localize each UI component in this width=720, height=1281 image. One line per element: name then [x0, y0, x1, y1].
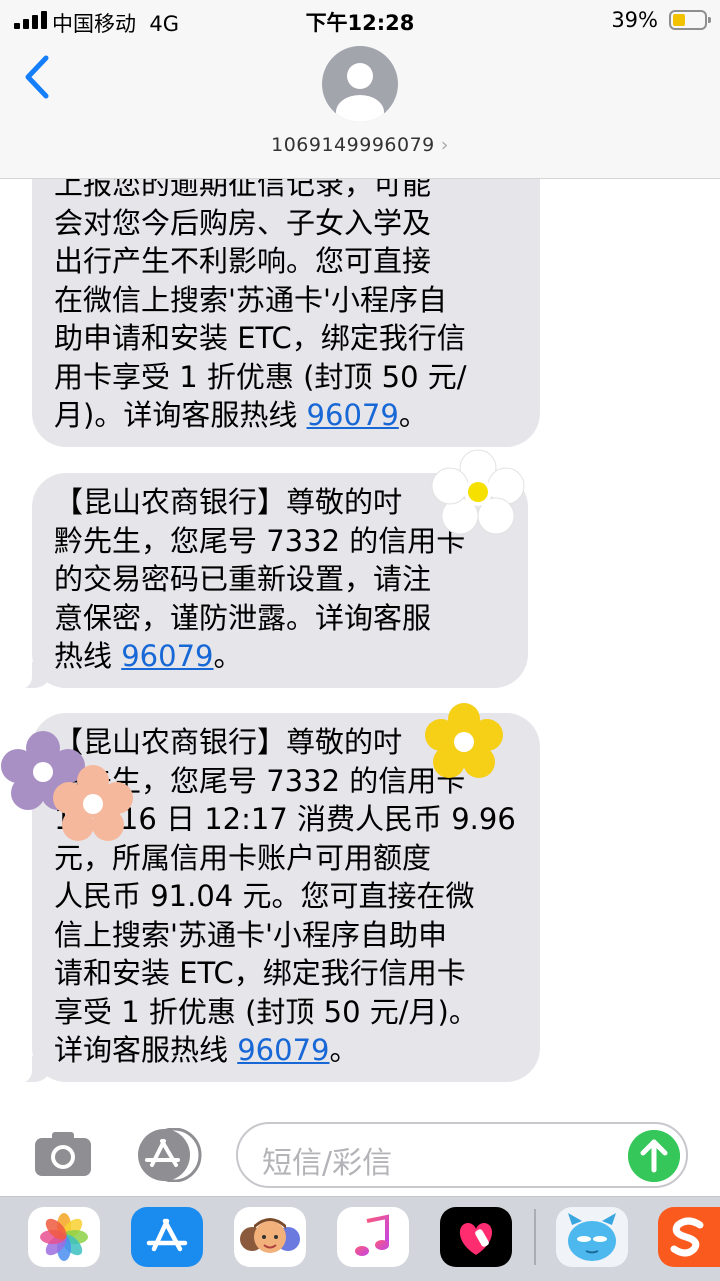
battery-percent: 39%	[611, 8, 658, 32]
sogou-app-icon[interactable]	[658, 1207, 720, 1267]
peach-flower-sticker	[53, 765, 133, 841]
message-suffix: 。	[398, 398, 428, 432]
memoji-app-icon[interactable]	[234, 1207, 306, 1267]
phone-link[interactable]: 96079	[307, 398, 399, 432]
message-input[interactable]: 短信/彩信	[236, 1122, 688, 1188]
contact-number: 1069149996079	[271, 134, 435, 156]
conversation-header: 中国移动 4G 下午12:28 39% 1069149996079 ›	[0, 0, 720, 179]
app-drawer	[0, 1196, 720, 1281]
drawer-divider	[534, 1209, 536, 1265]
message-text: 【昆山农商银行】尊敬的吋 黔先生，您尾号 7332 的信用卡 的交易密码已重新设…	[54, 485, 466, 673]
app-store-app-icon[interactable]	[131, 1207, 203, 1267]
sticker-app-icon[interactable]	[556, 1207, 628, 1267]
white-flower-sticker	[431, 449, 525, 535]
music-app-icon[interactable]	[337, 1207, 409, 1267]
digital-touch-app-icon[interactable]	[440, 1207, 512, 1267]
app-store-icon[interactable]	[134, 1128, 204, 1182]
arrow-up-icon[interactable]	[628, 1130, 680, 1182]
message-suffix: 。	[329, 1033, 359, 1067]
message-text: 上报您的逾期征信记录，可能 会对您今后购房、子女入学及 出行产生不利影响。您可直…	[54, 179, 467, 432]
person-icon	[336, 63, 384, 122]
message-thread[interactable]: 上报您的逾期征信记录，可能 会对您今后购房、子女入学及 出行产生不利影响。您可直…	[0, 179, 720, 1099]
chevron-right-icon: ›	[440, 134, 449, 156]
chevron-left-icon[interactable]	[20, 52, 56, 102]
contact-name-button[interactable]: 1069149996079 ›	[0, 134, 720, 156]
battery-level	[673, 14, 685, 26]
message-suffix: 。	[213, 639, 243, 673]
phone-link[interactable]: 96079	[121, 639, 213, 673]
camera-icon[interactable]	[33, 1130, 93, 1178]
compose-bar: 短信/彩信	[0, 1100, 720, 1196]
status-bar: 中国移动 4G 下午12:28 39%	[0, 0, 720, 40]
contact-avatar[interactable]	[322, 46, 398, 122]
message-bubble[interactable]: 上报您的逾期征信记录，可能 会对您今后购房、子女入学及 出行产生不利影响。您可直…	[32, 179, 540, 447]
battery-icon	[669, 10, 711, 30]
message-input-placeholder: 短信/彩信	[262, 1146, 393, 1181]
photos-app-icon[interactable]	[28, 1207, 100, 1267]
phone-link[interactable]: 96079	[237, 1033, 329, 1067]
yellow-flower-sticker	[425, 703, 503, 778]
